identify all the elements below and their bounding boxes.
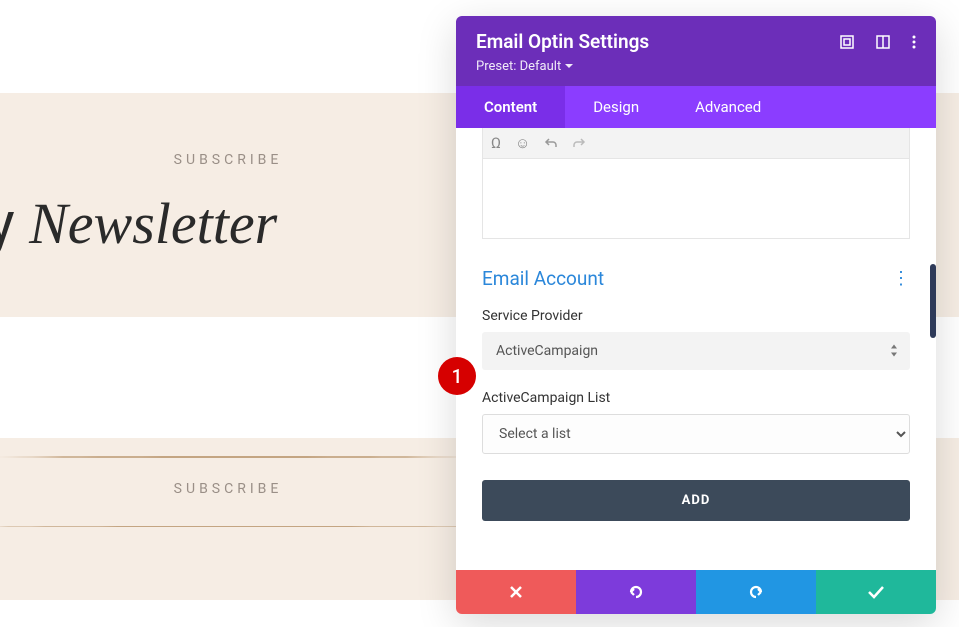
panel-title: Email Optin Settings (476, 30, 649, 53)
subscribe-button-text[interactable]: SUBSCRIBE (0, 481, 456, 497)
provider-select[interactable]: ActiveCampaign (482, 332, 910, 370)
check-icon (867, 585, 885, 599)
settings-panel: Email Optin Settings Preset: Default Con… (456, 16, 936, 614)
richtext-toolbar: Ω ☺ (482, 128, 910, 159)
tab-content[interactable]: Content (456, 86, 565, 128)
hero-heading: n my Newsletter (0, 190, 450, 258)
redo-icon[interactable] (572, 136, 586, 150)
expand-icon[interactable] (840, 35, 854, 49)
step-badge-1: 1 (438, 357, 476, 395)
preset-label: Preset: Default (476, 59, 561, 74)
layout-icon[interactable] (876, 35, 890, 49)
undo-icon[interactable] (544, 136, 558, 150)
close-icon (509, 585, 523, 599)
kebab-icon[interactable] (912, 35, 916, 49)
richtext-editor[interactable] (482, 159, 910, 239)
tab-advanced[interactable]: Advanced (667, 86, 789, 128)
add-button[interactable]: ADD (482, 480, 910, 521)
heading-plain: n my (0, 190, 29, 258)
section-email-account: Email Account (482, 267, 604, 290)
subscribe-label-top: SUBSCRIBE (0, 152, 456, 168)
emoji-icon[interactable]: ☺ (515, 134, 530, 152)
scrollbar-thumb[interactable] (930, 264, 936, 338)
redo-arrow-icon (747, 583, 765, 601)
omega-icon[interactable]: Ω (491, 134, 501, 152)
redo-button[interactable] (696, 570, 816, 614)
provider-label: Service Provider (482, 308, 910, 324)
undo-button[interactable] (576, 570, 696, 614)
tab-design[interactable]: Design (565, 86, 667, 128)
cancel-button[interactable] (456, 570, 576, 614)
confirm-button[interactable] (816, 570, 936, 614)
tabs: Content Design Advanced (456, 86, 936, 128)
chevron-down-icon (565, 64, 573, 69)
heading-italic: Newsletter (29, 191, 277, 256)
section-menu-icon[interactable]: ⋮ (892, 270, 910, 288)
list-label: ActiveCampaign List (482, 390, 910, 406)
undo-arrow-icon (627, 583, 645, 601)
divider-line (0, 456, 479, 458)
panel-footer (456, 570, 936, 614)
preset-dropdown[interactable]: Preset: Default (476, 59, 916, 74)
divider-line (0, 526, 479, 527)
list-select[interactable]: Select a list (482, 414, 910, 454)
